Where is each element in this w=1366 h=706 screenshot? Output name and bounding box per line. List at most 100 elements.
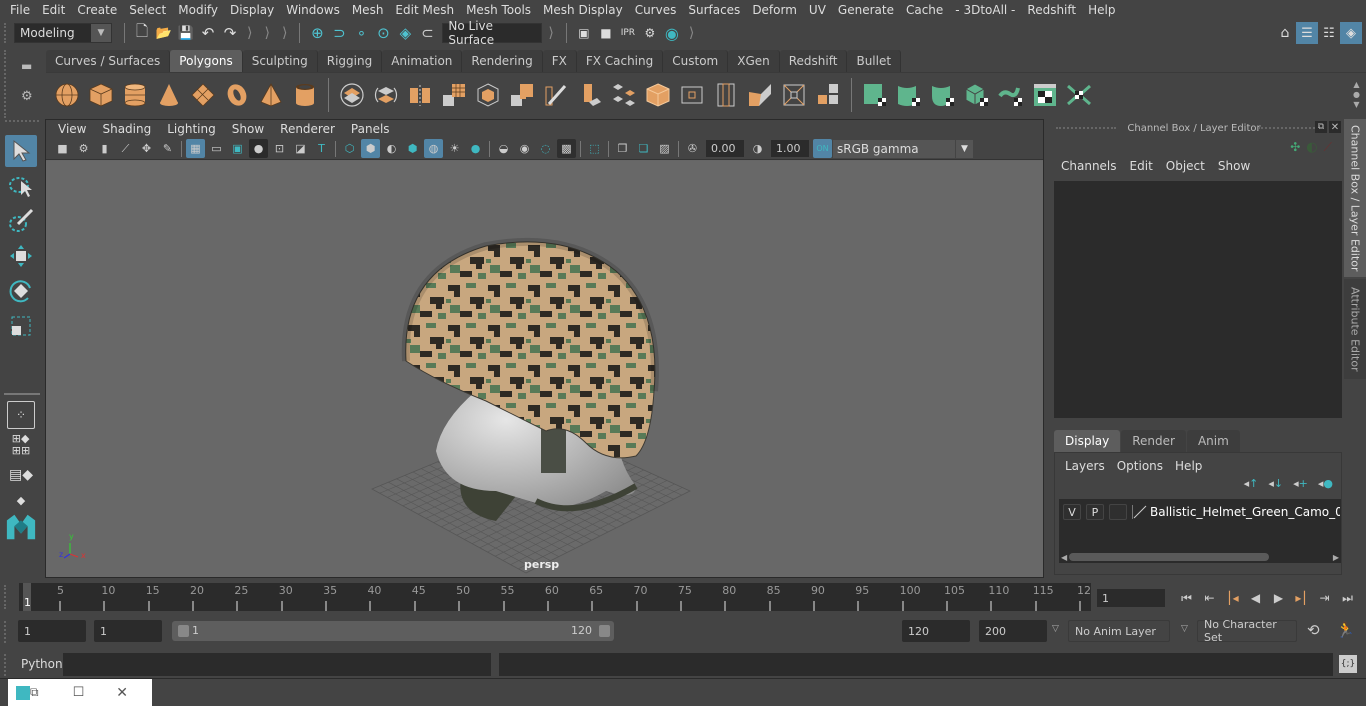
go-to-end-icon[interactable]: ⏭: [1336, 589, 1359, 607]
viewport-menu-lighting[interactable]: Lighting: [159, 122, 224, 136]
single-perspective-layout-button[interactable]: ⁘: [7, 401, 35, 429]
scrollbar-thumb[interactable]: [1069, 553, 1270, 561]
range-slider-bar[interactable]: 1 120: [172, 621, 614, 641]
tab-rendering[interactable]: Rendering: [462, 50, 543, 72]
snap-grid-icon[interactable]: ⊕: [306, 22, 328, 44]
uv-editor-icon[interactable]: [1030, 80, 1060, 110]
manipulator-icon[interactable]: ✣: [1290, 140, 1300, 155]
separate-icon[interactable]: [371, 80, 401, 110]
multi-cut-icon[interactable]: [541, 80, 571, 110]
collapse-icon[interactable]: [779, 80, 809, 110]
command-input[interactable]: [63, 653, 491, 676]
layer-color-icon[interactable]: [1132, 505, 1147, 519]
menu-curves[interactable]: Curves: [629, 3, 683, 17]
new-scene-icon[interactable]: 🗋: [131, 22, 153, 44]
channel-box-menu-channels[interactable]: Channels: [1056, 159, 1125, 173]
snap-live-icon[interactable]: ◈: [394, 22, 416, 44]
auto-key-icon[interactable]: ⟲: [1307, 621, 1320, 639]
close-icon[interactable]: ✕: [116, 685, 128, 701]
attribute-editor-toggle-icon[interactable]: ☰: [1296, 22, 1318, 44]
layer-menu-options[interactable]: Options: [1113, 459, 1171, 473]
mirror-icon[interactable]: [405, 80, 435, 110]
menu-help[interactable]: Help: [1082, 3, 1121, 17]
layer-name[interactable]: Ballistic_Helmet_Green_Camo_001_layer: [1150, 505, 1340, 519]
grid-icon[interactable]: ▦: [186, 139, 205, 158]
spherical-uv-icon[interactable]: [928, 80, 958, 110]
character-set-dropdown[interactable]: No Character Set: [1197, 618, 1297, 644]
render-view-icon[interactable]: ▣: [573, 22, 595, 44]
menu-deform[interactable]: Deform: [746, 3, 803, 17]
close-panel-icon[interactable]: ✕: [1329, 121, 1341, 133]
2d-pan-zoom-icon[interactable]: ✥: [137, 139, 156, 158]
bookmark-icon[interactable]: ▮: [95, 139, 114, 158]
tab-rigging[interactable]: Rigging: [317, 50, 383, 72]
viewport-menu-show[interactable]: Show: [224, 122, 272, 136]
outliner-layout-button[interactable]: ▤◆: [5, 461, 37, 489]
3d-viewport-scene[interactable]: y x z persp: [46, 161, 1043, 577]
viewport-menu-panels[interactable]: Panels: [343, 122, 398, 136]
layer-menu-help[interactable]: Help: [1171, 459, 1210, 473]
isolate-select-icon[interactable]: ⬚: [585, 139, 604, 158]
poly-cone-icon[interactable]: [154, 80, 184, 110]
menu-uv[interactable]: UV: [803, 3, 832, 17]
step-back-frame-icon[interactable]: ⎮◂: [1221, 589, 1244, 607]
move-tool[interactable]: [5, 240, 37, 272]
menu-select[interactable]: Select: [123, 3, 172, 17]
layer-display-type-toggle[interactable]: [1109, 504, 1127, 520]
xray-active-icon[interactable]: ▨: [655, 139, 674, 158]
wireframe-on-shaded-icon[interactable]: ⬢: [403, 139, 422, 158]
character-set-dropdown-icon[interactable]: ▽: [1181, 624, 1188, 634]
combine-icon[interactable]: [337, 80, 367, 110]
side-tab-channel-box[interactable]: Channel Box / Layer Editor: [1344, 119, 1366, 277]
poly-plane-icon[interactable]: [188, 80, 218, 110]
rotate-tool[interactable]: [5, 275, 37, 307]
scroll-right-icon[interactable]: ▶: [1333, 553, 1339, 562]
menu-mesh-display[interactable]: Mesh Display: [537, 3, 629, 17]
play-backwards-icon[interactable]: ◀: [1244, 589, 1267, 607]
poly-cube-icon[interactable]: [86, 80, 116, 110]
menu-modify[interactable]: Modify: [172, 3, 224, 17]
motion-blur-icon[interactable]: ◉: [515, 139, 534, 158]
make-live-icon[interactable]: ⊂: [416, 22, 438, 44]
play-forwards-icon[interactable]: ▶: [1267, 589, 1290, 607]
mode-selector[interactable]: Modeling ▼: [14, 23, 112, 43]
side-tab-attribute-editor[interactable]: Attribute Editor: [1344, 279, 1366, 379]
smooth-icon[interactable]: [439, 80, 469, 110]
collapse-arrow-icon[interactable]: ⟩: [282, 25, 287, 41]
anim-layer-dropdown[interactable]: No Anim Layer: [1068, 620, 1170, 642]
uv-unfold-icon[interactable]: [1064, 80, 1094, 110]
playback-end-field[interactable]: 120: [902, 620, 970, 642]
film-gate-icon[interactable]: ▭: [207, 139, 226, 158]
new-layer-icon[interactable]: ◂+: [1293, 477, 1308, 490]
render-frame-icon[interactable]: ■: [595, 22, 617, 44]
automatic-uv-icon[interactable]: [962, 80, 992, 110]
channel-box-menu-show[interactable]: Show: [1213, 159, 1258, 173]
grip-handle[interactable]: [4, 50, 8, 118]
reduce-icon[interactable]: [473, 80, 503, 110]
menu-surfaces[interactable]: Surfaces: [682, 3, 746, 17]
scale-tool[interactable]: [5, 310, 37, 342]
channel-box-menu-edit[interactable]: Edit: [1125, 159, 1161, 173]
tab-sculpting[interactable]: Sculpting: [242, 50, 318, 72]
channel-box-area[interactable]: [1054, 181, 1342, 418]
snap-curve-icon[interactable]: ⊃: [328, 22, 350, 44]
color-management-toggle-icon[interactable]: ON: [813, 139, 832, 158]
script-editor-icon[interactable]: {;}: [1339, 655, 1357, 673]
color-space-dropdown[interactable]: sRGB gamma ▼: [833, 139, 973, 158]
channel-box-toggle-icon[interactable]: ◈: [1340, 22, 1362, 44]
go-to-start-icon[interactable]: ⏮: [1175, 589, 1198, 607]
menu-edit[interactable]: Edit: [36, 3, 71, 17]
smooth-shade-icon[interactable]: ⬢: [361, 139, 380, 158]
grip-handle[interactable]: [5, 120, 39, 132]
extrude-icon[interactable]: [575, 80, 605, 110]
collapse-arrow-icon[interactable]: ⟩: [548, 25, 553, 41]
resolution-gate-icon[interactable]: ▣: [228, 139, 247, 158]
range-start-handle[interactable]: [178, 625, 189, 637]
cylindrical-uv-icon[interactable]: [894, 80, 924, 110]
scroll-down-icon[interactable]: ▼: [1353, 100, 1359, 110]
exposure-field[interactable]: 0.00: [706, 140, 744, 157]
poly-pyramid-icon[interactable]: [256, 80, 286, 110]
depth-of-field-icon[interactable]: ▩: [557, 139, 576, 158]
playback-start-field[interactable]: 1: [94, 620, 162, 642]
tab-xgen[interactable]: XGen: [728, 50, 780, 72]
